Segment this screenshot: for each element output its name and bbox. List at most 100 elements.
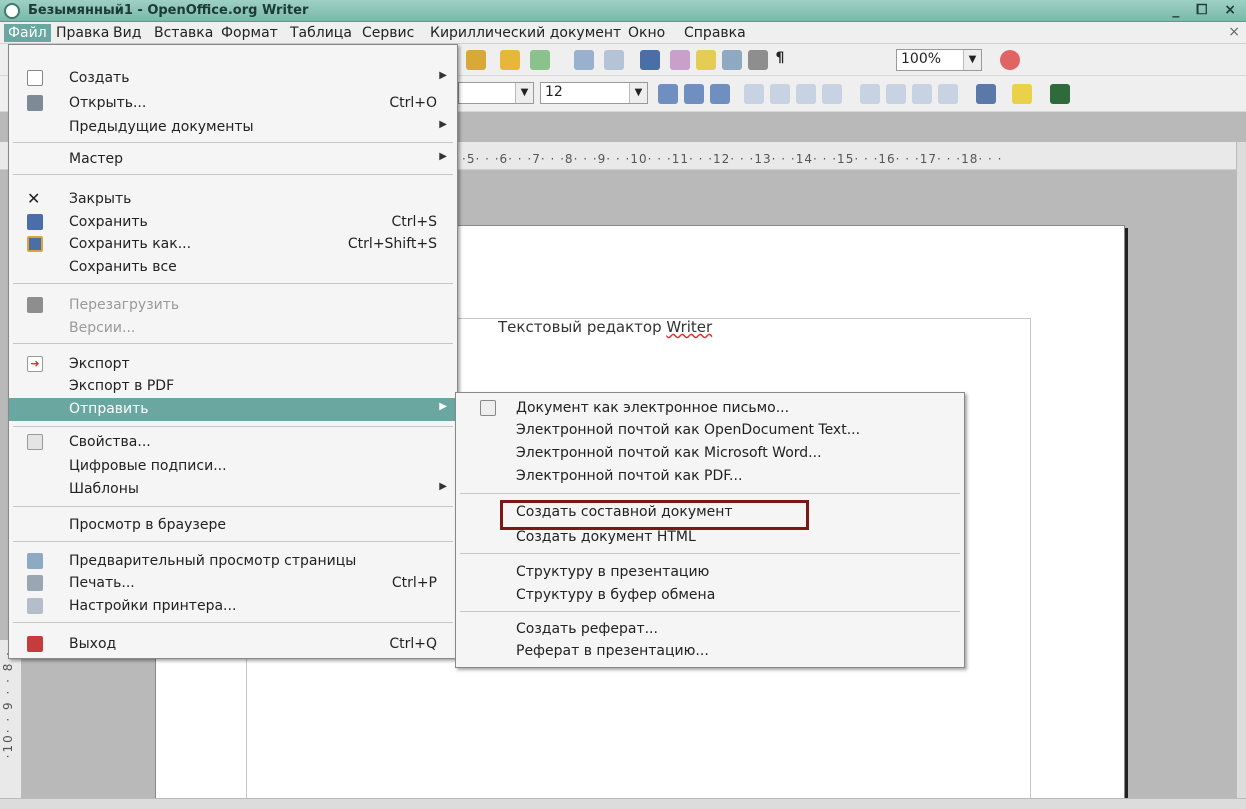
close-icon: ✕ bbox=[27, 189, 41, 208]
menu-item-wizard[interactable]: Мастер ▶ bbox=[9, 148, 457, 170]
menu-table[interactable]: Таблица bbox=[286, 24, 356, 42]
window-controls[interactable]: _ ⧠ × bbox=[1172, 2, 1242, 18]
menu-item-exit[interactable]: Выход Ctrl+Q bbox=[9, 633, 457, 655]
vertical-ruler-ticks: ·10· · 9 · · 8 · bbox=[1, 650, 15, 759]
menu-item-export-pdf[interactable]: Экспорт в PDF bbox=[9, 375, 457, 397]
menu-item-create-autoabstract[interactable]: Создать реферат... bbox=[456, 618, 964, 640]
hyperlink-icon[interactable] bbox=[574, 50, 594, 70]
datasources-icon[interactable] bbox=[722, 50, 742, 70]
menu-item-versions[interactable]: Версии... bbox=[9, 317, 457, 339]
menu-format[interactable]: Формат bbox=[217, 24, 282, 42]
open-folder-icon bbox=[27, 95, 43, 111]
menu-item-preview-in-browser[interactable]: Просмотр в браузере bbox=[9, 514, 457, 536]
bold-icon[interactable] bbox=[658, 84, 678, 104]
font-size-combo[interactable]: 12 ▼ bbox=[540, 82, 648, 104]
menu-item-outline-to-presentation[interactable]: Структуру в презентацию bbox=[456, 561, 964, 583]
underline-icon[interactable] bbox=[710, 84, 730, 104]
menu-item-printer-settings[interactable]: Настройки принтера... bbox=[9, 595, 457, 617]
file-menu: Создать ▶ Открыть... Ctrl+O Предыдущие д… bbox=[8, 44, 458, 659]
chevron-down-icon[interactable]: ▼ bbox=[629, 83, 647, 103]
menu-item-save[interactable]: Сохранить Ctrl+S bbox=[9, 211, 457, 233]
menu-insert[interactable]: Вставка bbox=[150, 24, 217, 42]
new-document-icon bbox=[27, 70, 43, 86]
menu-cyrillic-document[interactable]: Кириллический документ bbox=[426, 24, 625, 42]
align-right-icon[interactable] bbox=[796, 84, 816, 104]
redo-icon[interactable] bbox=[530, 50, 550, 70]
menu-item-autoabstract-to-presentation[interactable]: Реферат в презентацию... bbox=[456, 640, 964, 662]
pilcrow-icon[interactable]: ¶ bbox=[770, 50, 790, 70]
highlighting-icon[interactable] bbox=[1012, 84, 1032, 104]
submenu-arrow-icon: ▶ bbox=[439, 481, 447, 492]
menu-item-print[interactable]: Печать... Ctrl+P bbox=[9, 572, 457, 594]
table-icon[interactable] bbox=[604, 50, 624, 70]
menu-item-reload[interactable]: Перезагрузить bbox=[9, 294, 457, 316]
gallery-icon[interactable] bbox=[696, 50, 716, 70]
document-text[interactable]: Текстовый редактор Writer bbox=[498, 318, 712, 336]
submenu-arrow-icon: ▶ bbox=[439, 151, 447, 162]
background-color-icon[interactable] bbox=[1050, 84, 1070, 104]
close-document-icon[interactable]: × bbox=[1228, 24, 1240, 40]
menu-item-open[interactable]: Открыть... Ctrl+O bbox=[9, 92, 457, 114]
font-size-value: 12 bbox=[545, 84, 563, 100]
numbering-icon[interactable] bbox=[860, 84, 880, 104]
menu-item-recent[interactable]: Предыдущие документы ▶ bbox=[9, 116, 457, 138]
menu-item-outline-to-clipboard[interactable]: Структуру в буфер обмена bbox=[456, 584, 964, 606]
mail-icon bbox=[480, 400, 496, 416]
menu-tools[interactable]: Сервис bbox=[358, 24, 418, 42]
app-icon bbox=[4, 3, 20, 19]
font-color-icon[interactable] bbox=[976, 84, 996, 104]
separator bbox=[13, 343, 453, 344]
menu-edit[interactable]: Правка bbox=[52, 24, 113, 42]
save-icon bbox=[27, 214, 43, 230]
navigator-icon[interactable] bbox=[670, 50, 690, 70]
justify-icon[interactable] bbox=[822, 84, 842, 104]
menu-item-email-word[interactable]: Электронной почтой как Microsoft Word... bbox=[456, 442, 964, 464]
misspelled-word[interactable]: Writer bbox=[666, 318, 712, 336]
menu-item-save-all[interactable]: Сохранить все bbox=[9, 256, 457, 278]
page-preview-icon bbox=[27, 553, 43, 569]
help-icon[interactable] bbox=[1000, 50, 1020, 70]
zoom-combo[interactable]: 100% ▼ bbox=[896, 49, 982, 71]
submenu-arrow-icon: ▶ bbox=[439, 119, 447, 130]
decrease-indent-icon[interactable] bbox=[912, 84, 932, 104]
menu-item-export[interactable]: ➜ Экспорт bbox=[9, 353, 457, 375]
menu-help[interactable]: Справка bbox=[680, 24, 750, 42]
menu-item-templates[interactable]: Шаблоны ▶ bbox=[9, 478, 457, 500]
menu-item-save-as[interactable]: Сохранить как... Ctrl+Shift+S bbox=[9, 233, 457, 255]
highlight-icon[interactable] bbox=[466, 50, 486, 70]
font-name-combo[interactable]: ▼ bbox=[458, 82, 534, 104]
vertical-scrollbar[interactable] bbox=[1236, 142, 1246, 798]
increase-indent-icon[interactable] bbox=[938, 84, 958, 104]
separator bbox=[460, 493, 960, 494]
menu-item-send-as-email[interactable]: Документ как электронное письмо... bbox=[456, 397, 964, 419]
menu-item-send[interactable]: Отправить ▶ bbox=[9, 398, 457, 421]
menu-file[interactable]: Файл bbox=[4, 24, 51, 42]
menu-item-new[interactable]: Создать ▶ bbox=[9, 67, 457, 89]
menu-item-email-pdf[interactable]: Электронной почтой как PDF... bbox=[456, 465, 964, 487]
chevron-down-icon[interactable]: ▼ bbox=[515, 83, 533, 103]
menu-item-email-odt[interactable]: Электронной почтой как OpenDocument Text… bbox=[456, 419, 964, 441]
horizontal-scrollbar[interactable] bbox=[0, 798, 1246, 809]
draw-icon[interactable] bbox=[640, 50, 660, 70]
undo-icon[interactable] bbox=[500, 50, 520, 70]
menu-item-close[interactable]: ✕ Закрыть bbox=[9, 188, 457, 210]
menu-view[interactable]: Вид bbox=[109, 24, 145, 42]
title-bar: Безымянный1 - OpenOffice.org Writer _ ⧠ … bbox=[0, 0, 1246, 22]
align-left-icon[interactable] bbox=[744, 84, 764, 104]
menu-item-page-preview[interactable]: Предварительный просмотр страницы bbox=[9, 550, 457, 572]
reload-icon bbox=[27, 297, 43, 313]
menu-item-digital-signatures[interactable]: Цифровые подписи... bbox=[9, 455, 457, 477]
properties-icon bbox=[27, 434, 43, 450]
bullets-icon[interactable] bbox=[886, 84, 906, 104]
separator bbox=[13, 283, 453, 284]
align-center-icon[interactable] bbox=[770, 84, 790, 104]
menu-window[interactable]: Окно bbox=[624, 24, 669, 42]
menu-item-properties[interactable]: Свойства... bbox=[9, 431, 457, 453]
menu-bar: Файл Правка Вид Вставка Формат Таблица С… bbox=[0, 22, 1246, 44]
chevron-down-icon[interactable]: ▼ bbox=[963, 50, 981, 70]
italic-icon[interactable] bbox=[684, 84, 704, 104]
submenu-arrow-icon: ▶ bbox=[439, 70, 447, 81]
export-icon: ➜ bbox=[27, 356, 43, 372]
highlight-annotation-box bbox=[500, 500, 809, 530]
nonprinting-icon[interactable] bbox=[748, 50, 768, 70]
